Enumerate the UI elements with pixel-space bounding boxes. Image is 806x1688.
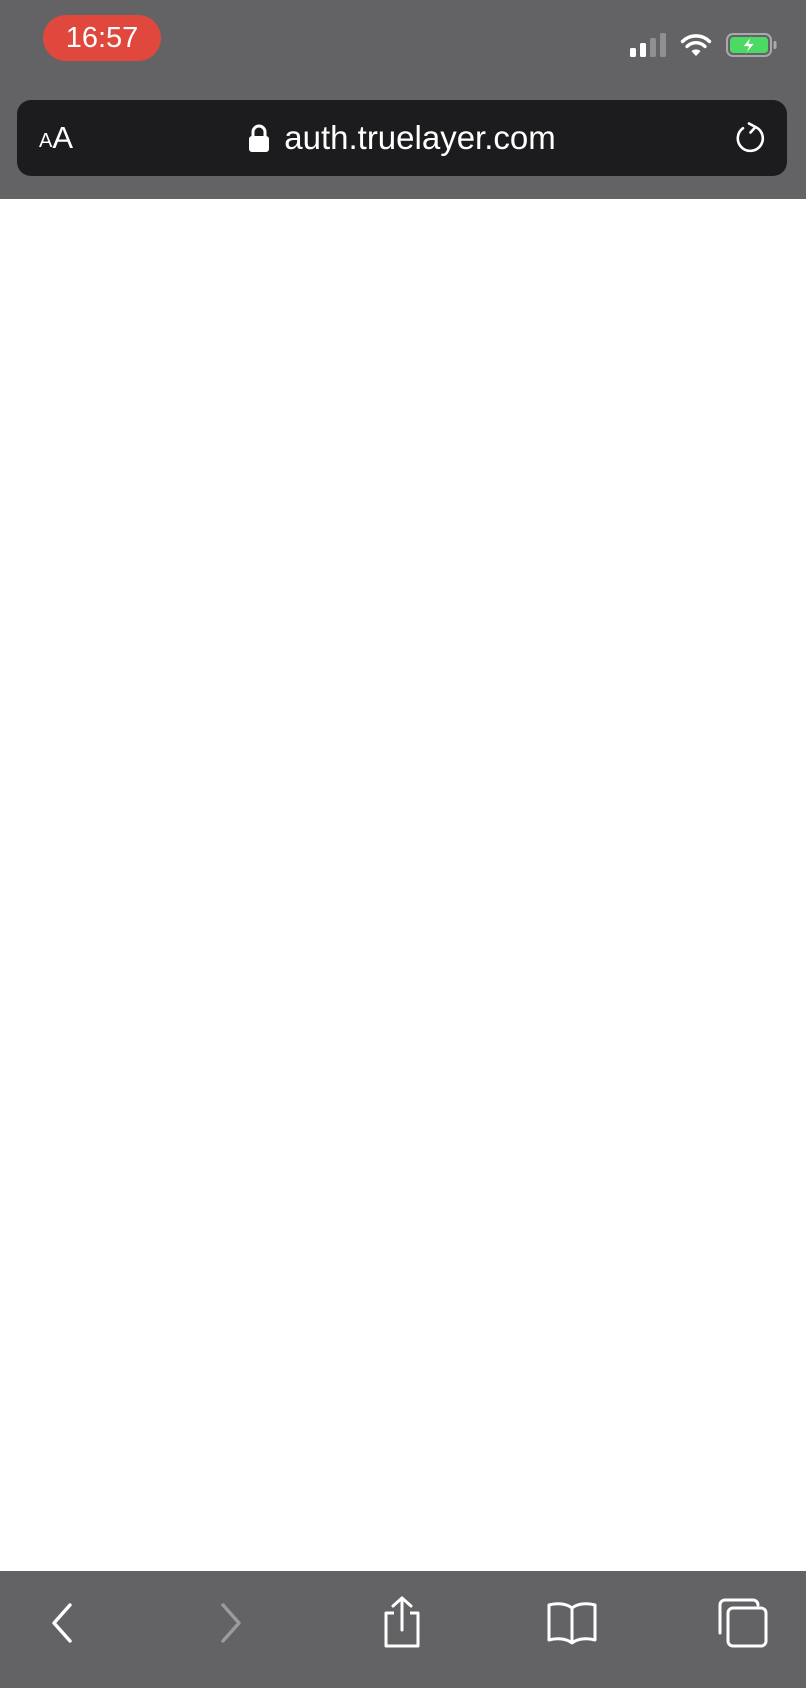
back-icon: [52, 1603, 72, 1643]
lock-icon: [249, 124, 270, 152]
share-icon: [384, 1596, 420, 1648]
reload-icon: [736, 122, 765, 153]
status-time[interactable]: 16:57: [43, 15, 161, 61]
reload-button[interactable]: [727, 115, 773, 161]
tabs-button[interactable]: [713, 1593, 773, 1653]
browser-toolbar: [0, 1571, 806, 1688]
signal-icon: [630, 33, 666, 57]
status-bar: 16:57: [0, 0, 806, 92]
text-size-large-glyph: A: [52, 120, 74, 155]
wifi-icon: [680, 34, 712, 56]
back-button[interactable]: [32, 1593, 92, 1653]
status-icons: [630, 30, 778, 60]
url-display: auth.truelayer.com: [17, 100, 787, 176]
web-page-content: [0, 199, 806, 1571]
battery-charging-icon: [726, 33, 777, 57]
tabs-icon: [718, 1598, 768, 1648]
text-size-button[interactable]: A A: [39, 100, 73, 176]
text-size-small-glyph: A: [39, 130, 53, 152]
address-bar[interactable]: A A auth.truelayer.com: [17, 100, 787, 176]
bookmarks-button[interactable]: [542, 1593, 602, 1653]
forward-button[interactable]: [201, 1593, 261, 1653]
browser-top-chrome: 16:57 A A auth.truelayer.com: [0, 0, 806, 199]
url-text[interactable]: auth.truelayer.com: [284, 119, 555, 157]
bookmarks-icon: [547, 1602, 597, 1645]
forward-icon: [221, 1603, 241, 1643]
share-button[interactable]: [372, 1593, 432, 1653]
